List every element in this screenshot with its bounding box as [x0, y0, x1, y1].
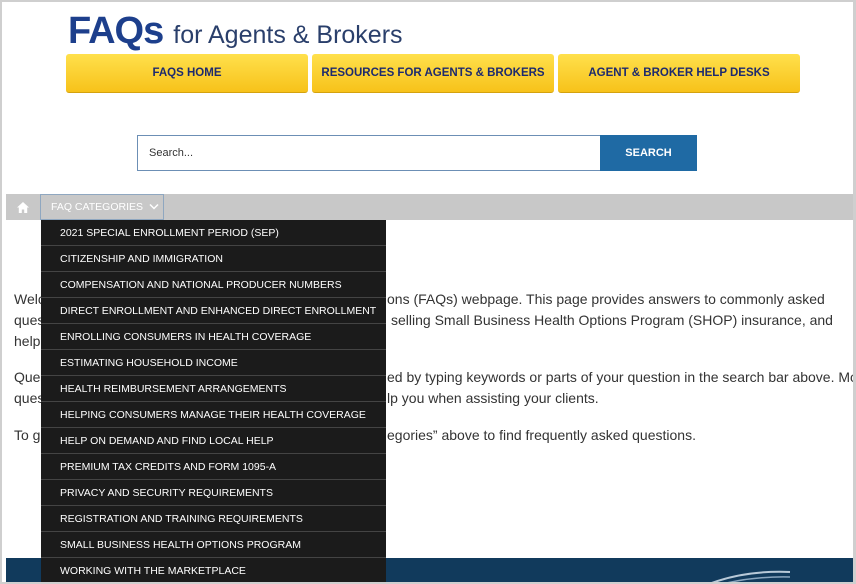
dropdown-item[interactable]: ESTIMATING HOUSEHOLD INCOME	[41, 350, 386, 376]
dropdown-item[interactable]: WORKING WITH THE MARKETPLACE	[41, 558, 386, 582]
nav-help-desks-button[interactable]: AGENT & BROKER HELP DESKS	[558, 54, 800, 93]
text-fragment: ques	[14, 312, 45, 328]
dropdown-item[interactable]: REGISTRATION AND TRAINING REQUIREMENTS	[41, 506, 386, 532]
text-fragment: selling Small Business Health Options Pr…	[391, 312, 833, 328]
logo-faqs-text: FAQs	[68, 10, 164, 52]
home-icon	[17, 201, 29, 213]
dropdown-item[interactable]: HEALTH REIMBURSEMENT ARRANGEMENTS	[41, 376, 386, 402]
dropdown-item[interactable]: HELP ON DEMAND AND FIND LOCAL HELP	[41, 428, 386, 454]
text-fragment: ques	[14, 390, 45, 406]
text-fragment: egories” above to find frequently asked …	[387, 427, 696, 443]
dropdown-item[interactable]: PRIVACY AND SECURITY REQUIREMENTS	[41, 480, 386, 506]
dropdown-item[interactable]: HELPING CONSUMERS MANAGE THEIR HEALTH CO…	[41, 402, 386, 428]
dropdown-item[interactable]: 2021 SPECIAL ENROLLMENT PERIOD (SEP)	[41, 220, 386, 246]
page-frame: FAQs for Agents & Brokers FAQS HOME RESO…	[0, 0, 856, 584]
faq-categories-label: FAQ CATEGORIES	[51, 201, 143, 213]
home-button[interactable]	[6, 194, 40, 220]
chevron-down-icon	[149, 201, 159, 213]
dropdown-item[interactable]: SMALL BUSINESS HEALTH OPTIONS PROGRAM	[41, 532, 386, 558]
top-navigation: FAQS HOME RESOURCES FOR AGENTS & BROKERS…	[66, 54, 800, 93]
dropdown-item[interactable]: COMPENSATION AND NATIONAL PRODUCER NUMBE…	[41, 272, 386, 298]
nav-faqs-home-button[interactable]: FAQS HOME	[66, 54, 308, 93]
dropdown-item[interactable]: CITIZENSHIP AND IMMIGRATION	[41, 246, 386, 272]
nav-resources-button[interactable]: RESOURCES FOR AGENTS & BROKERS	[312, 54, 554, 93]
site-logo[interactable]: FAQs for Agents & Brokers	[68, 10, 403, 52]
logo-subtitle: for Agents & Brokers	[173, 21, 403, 49]
search-button[interactable]: SEARCH	[600, 135, 697, 171]
text-fragment: ons (FAQs) webpage. This page provides a…	[387, 291, 825, 307]
dropdown-item[interactable]: ENROLLING CONSUMERS IN HEALTH COVERAGE	[41, 324, 386, 350]
text-fragment: help	[14, 333, 41, 349]
dropdown-item[interactable]: DIRECT ENROLLMENT AND ENHANCED DIRECT EN…	[41, 298, 386, 324]
faq-categories-dropdown: 2021 SPECIAL ENROLLMENT PERIOD (SEP) CIT…	[41, 220, 386, 582]
text-fragment: ed by typing keywords or parts of your q…	[387, 369, 856, 385]
dropdown-item[interactable]: PREMIUM TAX CREDITS AND FORM 1095-A	[41, 454, 386, 480]
faq-categories-button[interactable]: FAQ CATEGORIES	[40, 194, 164, 220]
footer-swoosh-icon	[711, 570, 791, 582]
search-input[interactable]	[137, 135, 601, 171]
text-fragment: To g	[14, 427, 41, 443]
text-fragment: lp you when assisting your clients.	[387, 390, 599, 406]
